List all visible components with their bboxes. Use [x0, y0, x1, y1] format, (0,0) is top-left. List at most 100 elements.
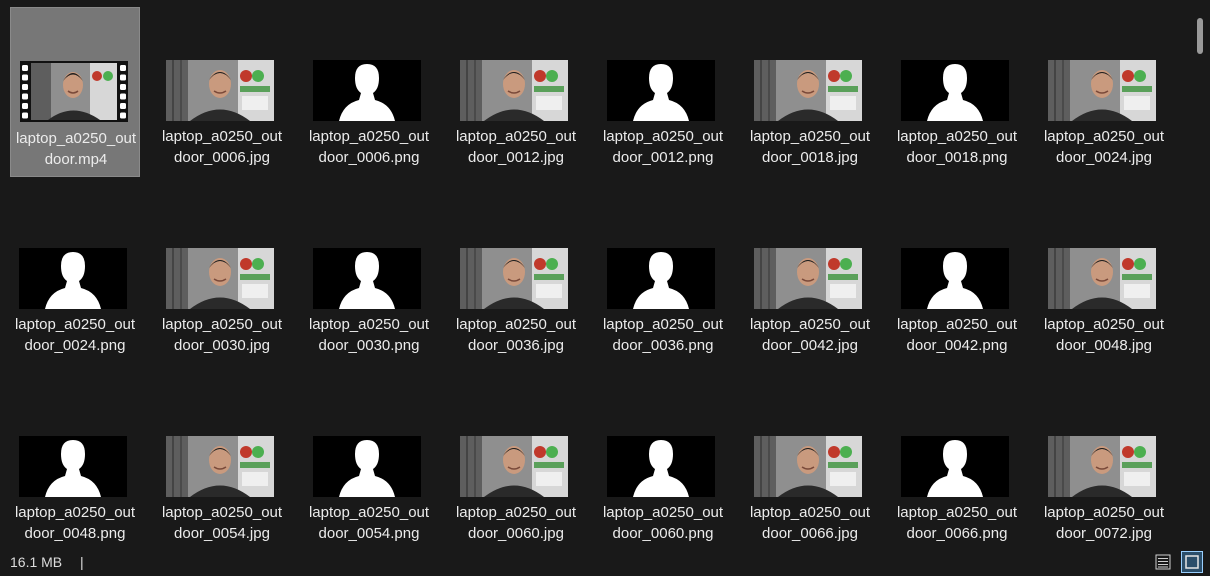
- file-thumbnail: [460, 436, 568, 497]
- image-file-item[interactable]: laptop_a0250_outdoor_0018.png: [892, 7, 1022, 177]
- image-file-item[interactable]: laptop_a0250_outdoor_0006.jpg: [157, 7, 287, 177]
- file-name-label: laptop_a0250_outdoor_0042.jpg: [749, 316, 871, 354]
- file-name-label: laptop_a0250_outdoor_0018.jpg: [749, 128, 871, 166]
- image-file-item[interactable]: laptop_a0250_outdoor_0030.jpg: [157, 195, 287, 365]
- file-name-label: laptop_a0250_outdoor_0024.png: [14, 316, 136, 354]
- mask-thumbnail-image: [607, 436, 715, 497]
- image-file-item[interactable]: laptop_a0250_outdoor_0066.png: [892, 383, 1022, 548]
- file-thumbnail: [754, 60, 862, 121]
- image-file-item[interactable]: laptop_a0250_outdoor_0066.jpg: [745, 383, 875, 548]
- file-thumbnail: [607, 60, 715, 121]
- photo-thumbnail-image: [460, 248, 568, 309]
- file-thumbnail: [313, 248, 421, 309]
- file-name-label: laptop_a0250_outdoor_0012.jpg: [455, 128, 577, 166]
- large-icons-view-icon: [1185, 555, 1199, 569]
- file-thumbnail: [19, 248, 127, 309]
- status-separator: |: [80, 554, 84, 570]
- image-file-item[interactable]: laptop_a0250_outdoor_0060.jpg: [451, 383, 581, 548]
- file-thumbnail: [607, 436, 715, 497]
- file-name-label: laptop_a0250_outdoor_0036.jpg: [455, 316, 577, 354]
- file-name-label: laptop_a0250_outdoor_0054.png: [308, 504, 430, 542]
- scrollbar-thumb[interactable]: [1197, 18, 1203, 54]
- mask-thumbnail-image: [901, 60, 1009, 121]
- mask-thumbnail-image: [901, 436, 1009, 497]
- file-name-label: laptop_a0250_outdoor_0060.png: [602, 504, 724, 542]
- file-name-label: laptop_a0250_outdoor_0048.png: [14, 504, 136, 542]
- image-file-item[interactable]: laptop_a0250_outdoor_0048.jpg: [1039, 195, 1169, 365]
- image-file-item[interactable]: laptop_a0250_outdoor_0036.jpg: [451, 195, 581, 365]
- file-name-label: laptop_a0250_outdoor.mp4: [15, 130, 137, 168]
- file-name-label: laptop_a0250_outdoor_0024.jpg: [1043, 128, 1165, 166]
- file-name-label: laptop_a0250_outdoor_0036.png: [602, 316, 724, 354]
- image-file-item[interactable]: laptop_a0250_outdoor_0054.png: [304, 383, 434, 548]
- details-view-icon: [1155, 554, 1171, 570]
- image-file-item[interactable]: laptop_a0250_outdoor_0048.png: [10, 383, 140, 548]
- file-name-label: laptop_a0250_outdoor_0006.png: [308, 128, 430, 166]
- image-file-item[interactable]: laptop_a0250_outdoor_0072.jpg: [1039, 383, 1169, 548]
- photo-thumbnail-image: [754, 60, 862, 121]
- file-thumbnail: [20, 61, 128, 122]
- photo-thumbnail-image: [1048, 436, 1156, 497]
- file-thumbnail: [19, 436, 127, 497]
- file-thumbnail: [166, 60, 274, 121]
- photo-thumbnail-image: [1048, 60, 1156, 121]
- file-thumbnail: [313, 60, 421, 121]
- photo-thumbnail-image: [754, 248, 862, 309]
- file-grid: laptop_a0250_outdoor.mp4 laptop_a0250_out…: [0, 0, 1190, 548]
- file-name-label: laptop_a0250_outdoor_0072.jpg: [1043, 504, 1165, 542]
- image-file-item[interactable]: laptop_a0250_outdoor_0006.png: [304, 7, 434, 177]
- image-file-item[interactable]: laptop_a0250_outdoor_0030.png: [304, 195, 434, 365]
- photo-thumbnail-image: [460, 436, 568, 497]
- video-file-item[interactable]: laptop_a0250_outdoor.mp4: [10, 7, 140, 177]
- file-name-label: laptop_a0250_outdoor_0066.png: [896, 504, 1018, 542]
- file-thumbnail: [313, 436, 421, 497]
- details-view-button[interactable]: [1152, 551, 1174, 573]
- image-file-item[interactable]: laptop_a0250_outdoor_0018.jpg: [745, 7, 875, 177]
- file-thumbnail: [901, 60, 1009, 121]
- photo-thumbnail-image: [166, 248, 274, 309]
- file-thumbnail: [1048, 60, 1156, 121]
- file-thumbnail: [1048, 436, 1156, 497]
- large-icons-view-button[interactable]: [1181, 551, 1203, 573]
- image-file-item[interactable]: laptop_a0250_outdoor_0060.png: [598, 383, 728, 548]
- file-thumbnail: [166, 436, 274, 497]
- vertical-scrollbar[interactable]: [1190, 0, 1210, 548]
- file-name-label: laptop_a0250_outdoor_0012.png: [602, 128, 724, 166]
- file-name-label: laptop_a0250_outdoor_0054.jpg: [161, 504, 283, 542]
- image-file-item[interactable]: laptop_a0250_outdoor_0024.png: [10, 195, 140, 365]
- file-name-label: laptop_a0250_outdoor_0006.jpg: [161, 128, 283, 166]
- file-thumbnail: [901, 248, 1009, 309]
- file-name-label: laptop_a0250_outdoor_0018.png: [896, 128, 1018, 166]
- image-file-item[interactable]: laptop_a0250_outdoor_0012.jpg: [451, 7, 581, 177]
- file-thumbnail: [1048, 248, 1156, 309]
- mask-thumbnail-image: [19, 248, 127, 309]
- image-file-item[interactable]: laptop_a0250_outdoor_0042.jpg: [745, 195, 875, 365]
- file-thumbnail: [607, 248, 715, 309]
- photo-thumbnail-image: [166, 60, 274, 121]
- mask-thumbnail-image: [19, 436, 127, 497]
- mask-thumbnail-image: [607, 60, 715, 121]
- image-file-item[interactable]: laptop_a0250_outdoor_0024.jpg: [1039, 7, 1169, 177]
- file-thumbnail: [901, 436, 1009, 497]
- image-file-item[interactable]: laptop_a0250_outdoor_0036.png: [598, 195, 728, 365]
- mask-thumbnail-image: [313, 60, 421, 121]
- mask-thumbnail-image: [313, 436, 421, 497]
- mask-thumbnail-image: [901, 248, 1009, 309]
- mask-thumbnail-image: [607, 248, 715, 309]
- image-file-item[interactable]: laptop_a0250_outdoor_0042.png: [892, 195, 1022, 365]
- photo-thumbnail-image: [460, 60, 568, 121]
- file-name-label: laptop_a0250_outdoor_0030.jpg: [161, 316, 283, 354]
- image-file-item[interactable]: laptop_a0250_outdoor_0012.png: [598, 7, 728, 177]
- image-file-item[interactable]: laptop_a0250_outdoor_0054.jpg: [157, 383, 287, 548]
- mask-thumbnail-image: [313, 248, 421, 309]
- file-name-label: laptop_a0250_outdoor_0060.jpg: [455, 504, 577, 542]
- photo-thumbnail-image: [754, 436, 862, 497]
- selection-size: 16.1 MB: [10, 554, 63, 570]
- photo-thumbnail-image: [166, 436, 274, 497]
- video-thumbnail-icon: [20, 61, 128, 122]
- file-thumbnail: [754, 248, 862, 309]
- file-name-label: laptop_a0250_outdoor_0030.png: [308, 316, 430, 354]
- file-name-label: laptop_a0250_outdoor_0066.jpg: [749, 504, 871, 542]
- file-thumbnail: [166, 248, 274, 309]
- file-name-label: laptop_a0250_outdoor_0048.jpg: [1043, 316, 1165, 354]
